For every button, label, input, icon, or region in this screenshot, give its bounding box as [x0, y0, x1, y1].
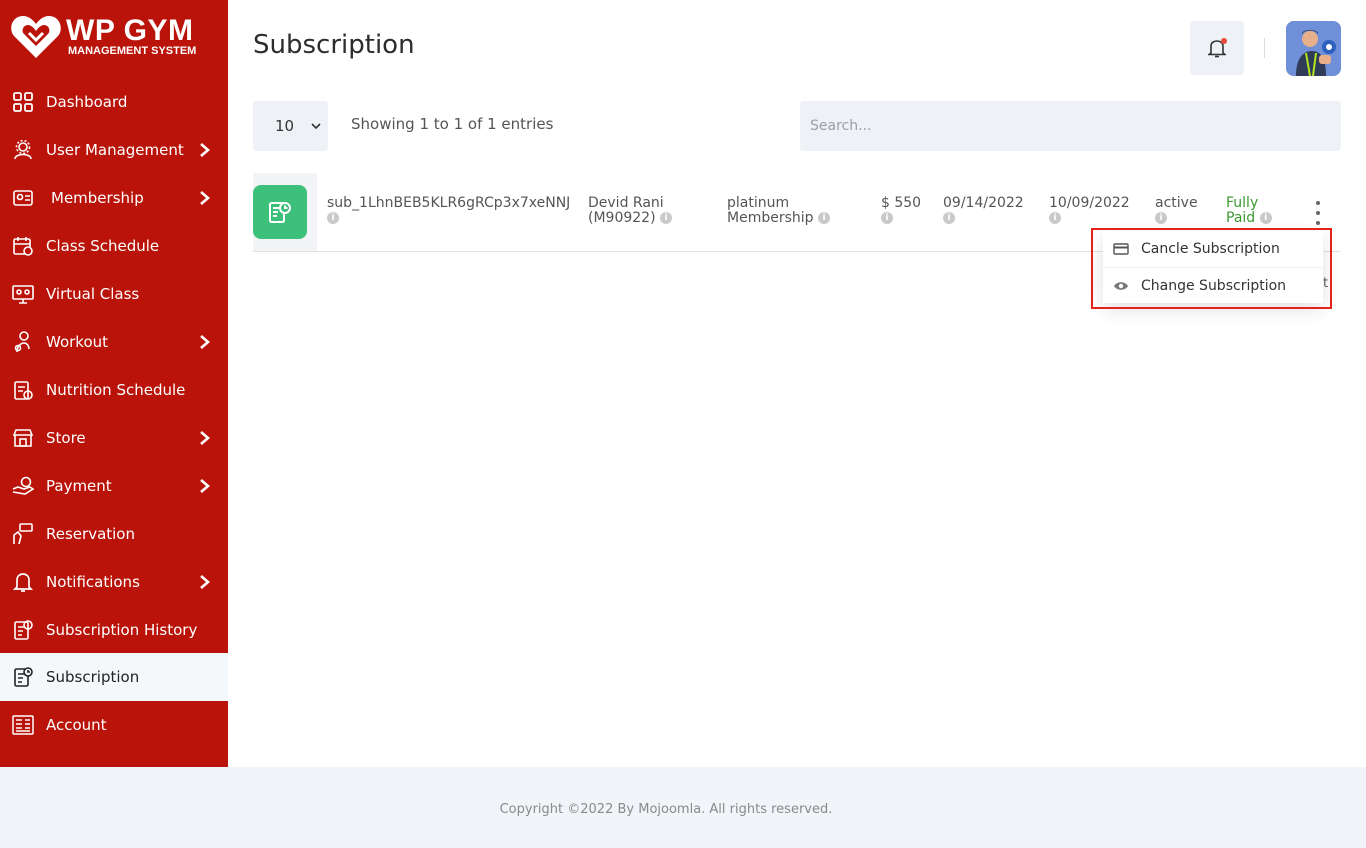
header-divider: [1264, 38, 1265, 58]
sidebar-item-nutrition-schedule[interactable]: Nutrition Schedule: [0, 366, 228, 414]
payment-status-cell: Fully Paid i: [1226, 196, 1276, 226]
info-icon[interactable]: i: [817, 212, 830, 224]
virtual-class-icon: [12, 283, 34, 305]
account-icon: [12, 714, 34, 736]
sidebar-item-virtual-class[interactable]: Virtual Class: [0, 270, 228, 318]
subscription-id-cell: sub_1LhnBEB5KLR6gRCp3x7xeNNJ i: [327, 196, 570, 226]
membership-card-icon: [12, 187, 34, 209]
status-cell: active i: [1155, 196, 1198, 226]
footer: Copyright ©2022 By Mojoomla. All rights …: [0, 767, 1366, 848]
subscription-id: sub_1LhnBEB5KLR6gRCp3x7xeNNJ: [327, 195, 571, 211]
sidebar-item-label: User Management: [46, 141, 184, 159]
row-actions-kebab-icon[interactable]: [1311, 201, 1325, 225]
reservation-icon: [12, 523, 34, 545]
sidebar: WP GYM MANAGEMENT SYSTEM Dashboard User …: [0, 0, 228, 767]
chevron-right-icon: [200, 335, 210, 349]
brand-title: WP GYM: [66, 14, 194, 47]
brand-logo[interactable]: WP GYM MANAGEMENT SYSTEM: [10, 12, 220, 62]
sidebar-item-label: Dashboard: [46, 93, 128, 111]
brand-subtitle: MANAGEMENT SYSTEM: [68, 45, 197, 57]
sidebar-item-label: Account: [46, 716, 107, 734]
member-name: Devid Rani (M90922): [588, 195, 664, 226]
sidebar-item-dashboard[interactable]: Dashboard: [0, 78, 228, 126]
chevron-right-icon: [200, 479, 210, 493]
sidebar-item-membership[interactable]: Membership: [0, 174, 228, 222]
notification-dot: [1221, 38, 1227, 44]
chevron-right-icon: [200, 191, 210, 205]
row-icon-cell: [253, 173, 317, 251]
page-length-select[interactable]: 10: [253, 101, 328, 151]
subscription-icon: [12, 666, 34, 688]
subscription-doc-icon: [253, 185, 307, 239]
sidebar-item-reservation[interactable]: Reservation: [0, 510, 228, 558]
nutrition-icon: [12, 379, 34, 401]
amount-cell: $ 550 i: [881, 196, 921, 226]
users-gear-icon: [12, 139, 34, 161]
chevron-right-icon: [200, 431, 210, 445]
sidebar-item-notifications[interactable]: Notifications: [0, 558, 228, 606]
sidebar-nav: Dashboard User Management Membership Cla…: [0, 78, 228, 749]
membership-cell: platinum Membership i: [727, 196, 857, 226]
sidebar-item-label: Notifications: [46, 573, 140, 591]
end-date-cell: 10/09/2022 i: [1049, 196, 1130, 226]
chevron-right-icon: [200, 143, 210, 157]
store-icon: [12, 427, 34, 449]
avatar-image: [1286, 21, 1341, 76]
search-input[interactable]: [800, 101, 1341, 151]
sidebar-item-subscription-history[interactable]: Subscription History: [0, 606, 228, 653]
dropdown-highlight-outline: [1091, 228, 1332, 309]
table-info: Showing 1 to 1 of 1 entries: [351, 115, 554, 133]
sidebar-item-subscription[interactable]: Subscription: [0, 653, 228, 701]
sidebar-item-label: Nutrition Schedule: [46, 381, 186, 399]
chevron-right-icon: [200, 575, 210, 589]
info-icon[interactable]: i: [1155, 212, 1167, 224]
sidebar-item-label: Workout: [46, 333, 109, 351]
sidebar-item-label: Virtual Class: [46, 285, 140, 303]
page-title: Subscription: [253, 30, 415, 60]
notification-button[interactable]: [1190, 21, 1244, 75]
workout-icon: [12, 331, 34, 353]
member-cell: Devid Rani (M90922) i: [588, 196, 698, 226]
page-length-value: 10: [275, 117, 295, 135]
chevron-down-icon: [311, 123, 321, 130]
sidebar-item-label: Membership: [51, 189, 144, 207]
status: active: [1155, 195, 1198, 211]
subscription-history-icon: [12, 619, 34, 641]
user-avatar[interactable]: [1286, 21, 1341, 76]
sidebar-item-user-management[interactable]: User Management: [0, 126, 228, 174]
start-date: 09/14/2022: [943, 195, 1024, 211]
bell-icon: [12, 571, 34, 593]
info-icon[interactable]: i: [660, 212, 672, 224]
sidebar-item-payment[interactable]: Payment: [0, 462, 228, 510]
dashboard-grid-icon: [12, 91, 34, 113]
sidebar-item-class-schedule[interactable]: Class Schedule: [0, 222, 228, 270]
obscured-text-fragment: t: [1323, 276, 1329, 291]
info-icon[interactable]: i: [881, 212, 893, 224]
sidebar-item-label: Reservation: [46, 525, 135, 543]
amount: $ 550: [881, 195, 922, 211]
sidebar-item-label: Store: [46, 429, 86, 447]
info-icon[interactable]: i: [1259, 212, 1272, 224]
calendar-icon: [12, 235, 34, 257]
copyright-text: Copyright ©2022 By Mojoomla. All rights …: [499, 802, 833, 817]
membership-name: platinum Membership: [727, 195, 814, 226]
heart-logo-icon: [11, 16, 61, 58]
start-date-cell: 09/14/2022 i: [943, 196, 1024, 226]
payment-icon: [12, 475, 34, 497]
sidebar-item-label: Subscription: [46, 668, 140, 686]
info-icon[interactable]: i: [943, 212, 955, 224]
sidebar-item-account[interactable]: Account: [0, 701, 228, 749]
sidebar-item-label: Subscription History: [46, 620, 198, 639]
payment-status: Fully Paid: [1226, 195, 1259, 226]
info-icon[interactable]: i: [327, 212, 339, 224]
sidebar-item-store[interactable]: Store: [0, 414, 228, 462]
sidebar-item-label: Payment: [46, 477, 112, 495]
info-icon[interactable]: i: [1049, 212, 1061, 224]
sidebar-item-workout[interactable]: Workout: [0, 318, 228, 366]
sidebar-item-label: Class Schedule: [46, 237, 160, 255]
end-date: 10/09/2022: [1049, 195, 1130, 211]
